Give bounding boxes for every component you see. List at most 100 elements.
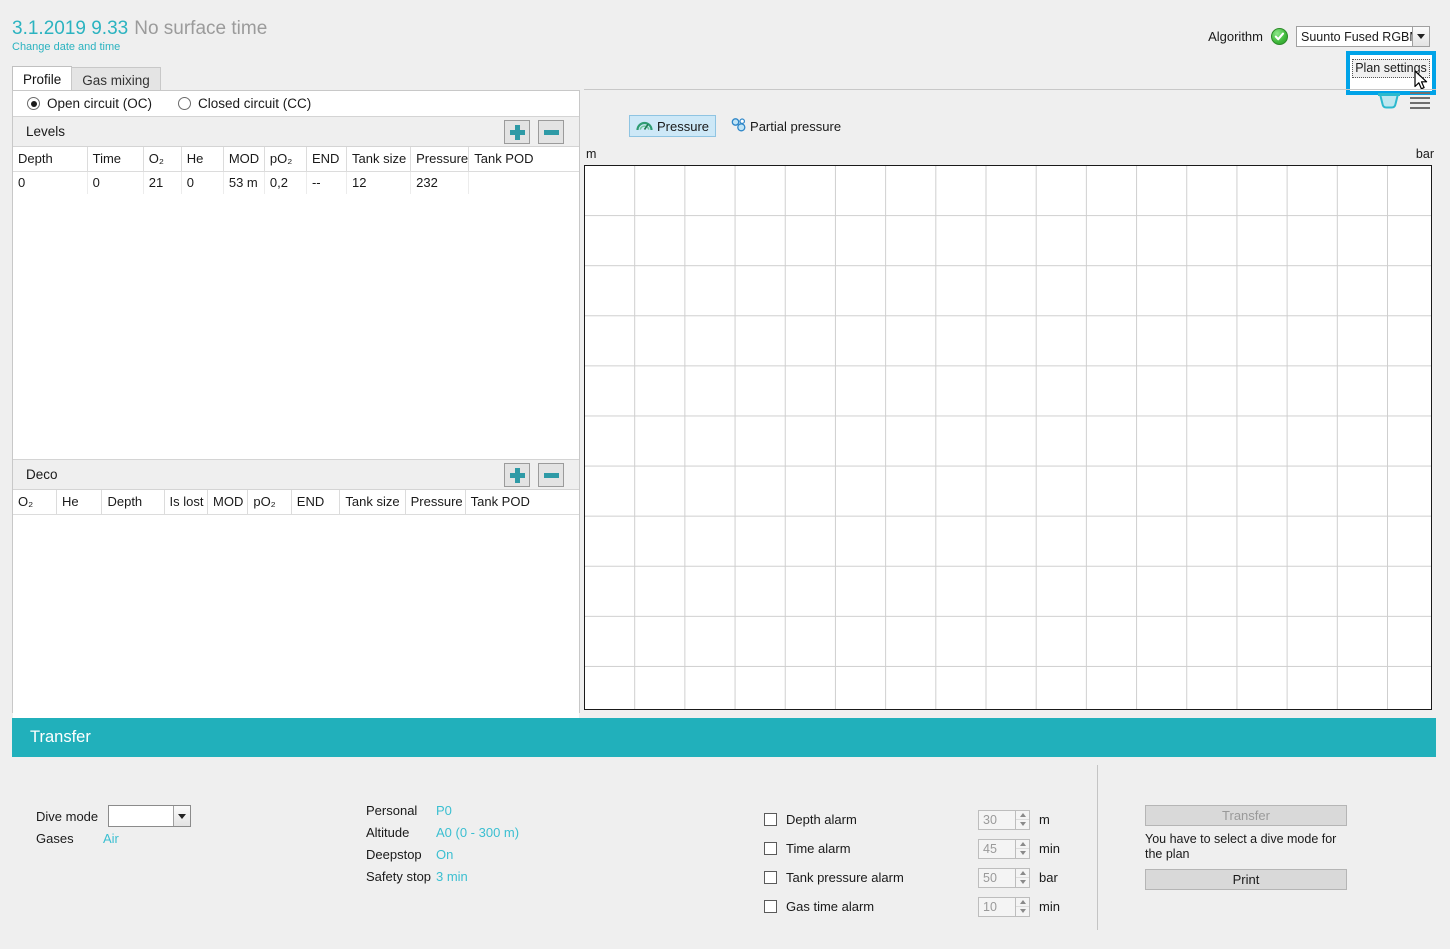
- stepper-up-icon[interactable]: [1016, 898, 1029, 908]
- plan-date-time: 3.1.2019 9.33: [12, 18, 128, 39]
- levels-col-time[interactable]: Time: [87, 147, 143, 171]
- alarm-gas-time-stepper[interactable]: [1016, 897, 1030, 917]
- setting-altitude-label: Altitude: [366, 825, 436, 840]
- deco-col-mod[interactable]: MOD: [208, 490, 248, 514]
- levels-cell-he[interactable]: 0: [181, 171, 223, 194]
- vertical-divider: [1097, 765, 1098, 930]
- deco-col-is-lost[interactable]: Is lost: [164, 490, 207, 514]
- partial-pressure-view-button[interactable]: Partial pressure: [724, 115, 848, 137]
- algorithm-dropdown-value: Suunto Fused RGBM: [1301, 30, 1412, 44]
- print-button[interactable]: Print: [1145, 869, 1347, 890]
- main-tabs: Profile Gas mixing: [12, 66, 160, 92]
- gases-row: Gases Air: [36, 831, 119, 846]
- deco-remove-row-button[interactable]: [538, 463, 564, 487]
- deco-col-end[interactable]: END: [291, 490, 340, 514]
- stepper-down-icon[interactable]: [1016, 849, 1029, 858]
- partial-pressure-view-label: Partial pressure: [750, 119, 841, 134]
- radio-open-circuit-indicator: [27, 97, 40, 110]
- levels-col-tank-size[interactable]: Tank size: [347, 147, 411, 171]
- alarm-depth-checkbox[interactable]: [764, 813, 777, 826]
- levels-col-pressure[interactable]: Pressure: [411, 147, 469, 171]
- hamburger-menu-icon[interactable]: [1410, 92, 1430, 109]
- levels-col-end[interactable]: END: [306, 147, 346, 171]
- algorithm-dropdown[interactable]: Suunto Fused RGBM: [1296, 26, 1430, 47]
- stepper-up-icon[interactable]: [1016, 869, 1029, 879]
- stepper-up-icon[interactable]: [1016, 840, 1029, 850]
- change-date-time-link[interactable]: Change date and time: [12, 41, 120, 53]
- tank-icon[interactable]: [1378, 93, 1400, 109]
- deco-empty-area[interactable]: [13, 515, 579, 743]
- levels-col-po2[interactable]: pO₂: [264, 147, 306, 171]
- levels-col-tank-pod[interactable]: Tank POD: [469, 147, 579, 171]
- alarm-gas-time-checkbox[interactable]: [764, 900, 777, 913]
- alarm-gas-time-input[interactable]: 10: [978, 897, 1016, 917]
- dive-mode-dropdown[interactable]: [108, 805, 191, 827]
- setting-altitude-value[interactable]: A0 (0 - 300 m): [436, 825, 519, 840]
- stepper-down-icon[interactable]: [1016, 820, 1029, 829]
- deco-col-po2[interactable]: pO₂: [248, 490, 291, 514]
- levels-cell-o2[interactable]: 21: [143, 171, 181, 194]
- deco-col-depth[interactable]: Depth: [102, 490, 164, 514]
- levels-col-mod[interactable]: MOD: [223, 147, 264, 171]
- transfer-button[interactable]: Transfer: [1145, 805, 1347, 826]
- pressure-view-button[interactable]: Pressure: [629, 115, 716, 137]
- setting-personal-value[interactable]: P0: [436, 803, 452, 818]
- alarm-time-checkbox[interactable]: [764, 842, 777, 855]
- alarm-time: Time alarm 45 min: [764, 834, 1069, 863]
- deco-col-pressure[interactable]: Pressure: [405, 490, 465, 514]
- tab-profile[interactable]: Profile: [12, 66, 72, 92]
- levels-cell-tank-pod[interactable]: [469, 171, 579, 194]
- deco-table-header-row: O₂ He Depth Is lost MOD pO₂ END Tank siz…: [13, 490, 579, 514]
- alarm-depth-input[interactable]: 30: [978, 810, 1016, 830]
- levels-cell-depth[interactable]: 0: [13, 171, 87, 194]
- transfer-panel-body: Dive mode Gases Air Personal P0 Altitude…: [12, 757, 1436, 937]
- tab-gas-mixing[interactable]: Gas mixing: [71, 67, 161, 92]
- alarm-depth-stepper[interactable]: [1016, 810, 1030, 830]
- deco-col-he[interactable]: He: [56, 490, 102, 514]
- levels-cell-pressure[interactable]: 232: [411, 171, 469, 194]
- setting-altitude: Altitude A0 (0 - 300 m): [366, 825, 519, 840]
- stepper-down-icon[interactable]: [1016, 878, 1029, 887]
- levels-cell-mod[interactable]: 53 m: [223, 171, 264, 194]
- levels-col-depth[interactable]: Depth: [13, 147, 87, 171]
- radio-open-circuit[interactable]: Open circuit (OC): [27, 96, 152, 111]
- chart-plot-area[interactable]: [584, 165, 1432, 710]
- radio-closed-circuit[interactable]: Closed circuit (CC): [178, 96, 311, 111]
- setting-deepstop-value[interactable]: On: [436, 847, 453, 862]
- table-row[interactable]: 0 0 21 0 53 m 0,2 -- 12 232: [13, 171, 579, 194]
- gases-value[interactable]: Air: [103, 831, 119, 846]
- alarm-tank-pressure-input[interactable]: 50: [978, 868, 1016, 888]
- transfer-panel-title: Transfer: [12, 718, 1436, 757]
- minus-icon: [544, 473, 559, 478]
- levels-remove-row-button[interactable]: [538, 120, 564, 144]
- alarm-tank-pressure-checkbox[interactable]: [764, 871, 777, 884]
- chevron-down-icon[interactable]: [1412, 27, 1429, 46]
- surface-time-text: No surface time: [134, 18, 267, 39]
- chevron-down-icon[interactable]: [173, 806, 190, 826]
- levels-cell-end[interactable]: --: [306, 171, 346, 194]
- alarm-time-input[interactable]: 45: [978, 839, 1016, 859]
- stepper-up-icon[interactable]: [1016, 811, 1029, 821]
- alarm-time-unit: min: [1039, 841, 1069, 856]
- alarm-tank-pressure-stepper[interactable]: [1016, 868, 1030, 888]
- levels-col-o2[interactable]: O₂: [143, 147, 181, 171]
- levels-col-he[interactable]: He: [181, 147, 223, 171]
- alarms-group: Depth alarm 30 m Time alarm 45: [764, 805, 1069, 921]
- levels-cell-time[interactable]: 0: [87, 171, 143, 194]
- transfer-hint-text: You have to select a dive mode for the p…: [1145, 832, 1345, 862]
- deco-col-o2[interactable]: O₂: [13, 490, 56, 514]
- deco-col-tank-pod[interactable]: Tank POD: [465, 490, 579, 514]
- deco-col-tank-size[interactable]: Tank size: [340, 490, 405, 514]
- algorithm-selector-group: Algorithm Suunto Fused RGBM: [1208, 26, 1430, 47]
- alarm-depth: Depth alarm 30 m: [764, 805, 1069, 834]
- alarm-time-stepper[interactable]: [1016, 839, 1030, 859]
- setting-safety-stop-value[interactable]: 3 min: [436, 869, 468, 884]
- deco-add-row-button[interactable]: [504, 463, 530, 487]
- stepper-down-icon[interactable]: [1016, 907, 1029, 916]
- alarm-gas-time-unit: min: [1039, 899, 1069, 914]
- levels-cell-tank-size[interactable]: 12: [347, 171, 411, 194]
- levels-cell-po2[interactable]: 0,2: [264, 171, 306, 194]
- levels-add-row-button[interactable]: [504, 120, 530, 144]
- radio-closed-circuit-indicator: [178, 97, 191, 110]
- levels-empty-area[interactable]: [13, 194, 579, 459]
